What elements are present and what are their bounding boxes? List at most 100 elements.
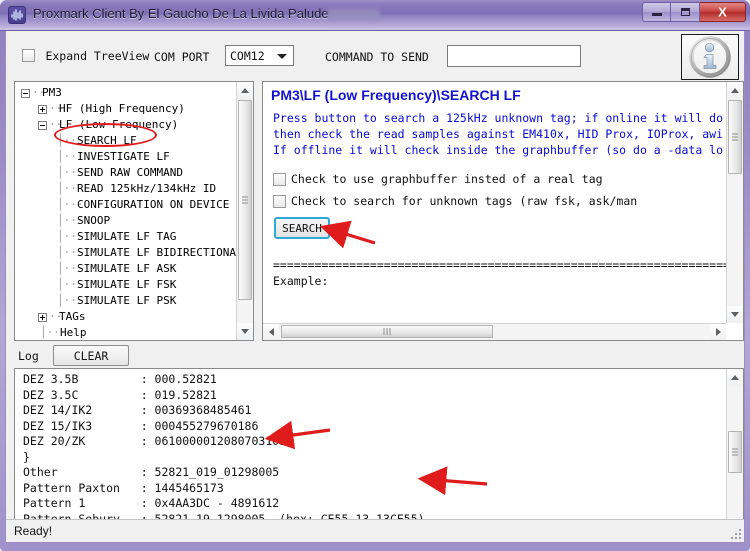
tree-item-snoop[interactable]: │···SNOOP: [15, 213, 236, 229]
tree-connector-icon: │···: [57, 230, 84, 243]
tree-vertical-scrollbar[interactable]: [236, 82, 253, 340]
checkbox-box: [273, 173, 286, 186]
scroll-down-arrow-icon[interactable]: [237, 323, 253, 340]
tree-item-label: SIMULATE LF ASK: [77, 262, 177, 275]
help-scroll-thumb[interactable]: [728, 100, 742, 174]
checkbox-box: [273, 195, 286, 208]
log-output[interactable]: DEZ 3.5B : 000.52821 DEZ 3.5C : 019.52821…: [15, 369, 726, 535]
tree-connector-icon: │···: [57, 166, 84, 179]
tree-item-configuration-on-device[interactable]: │···CONFIGURATION ON DEVICE: [15, 197, 236, 213]
tree-item-pm3[interactable]: ··PM3: [15, 85, 236, 101]
help-vertical-scrollbar[interactable]: [726, 82, 743, 323]
tree-item-label: SIMULATE LF TAG: [77, 230, 177, 243]
tree-connector-icon: │···: [40, 326, 67, 339]
tree-item-label: PM3: [42, 86, 62, 99]
tree-item-send-raw-command[interactable]: │···SEND RAW COMMAND: [15, 165, 236, 181]
toolbar: Expand TreeView COM PORT COM12 COMMAND T…: [6, 31, 744, 80]
tree-item-hf-high-frequency[interactable]: ··HF (High Frequency): [15, 101, 236, 117]
log-line: }: [23, 449, 30, 464]
tree-item-read-125khz-134khz-id[interactable]: │···READ 125kHz/134kHz ID: [15, 181, 236, 197]
grip-icon: [732, 132, 738, 143]
tree-item-label: SIMULATE LF PSK: [77, 294, 177, 307]
tree-connector-icon: │···: [57, 262, 84, 275]
tree-item-label: INVESTIGATE LF: [77, 150, 170, 163]
close-button[interactable]: X: [700, 2, 746, 22]
log-label: Log: [18, 349, 39, 363]
log-scroll-thumb[interactable]: [728, 431, 742, 473]
tree-item-label: TAGs: [59, 310, 86, 323]
scroll-up-arrow-icon[interactable]: [727, 369, 743, 386]
close-icon: X: [718, 4, 727, 20]
command-to-send-input[interactable]: [447, 45, 581, 67]
example-label: Example:: [273, 274, 329, 288]
expand-icon[interactable]: [38, 312, 47, 322]
tree-connector-icon: ··: [49, 310, 63, 323]
tree-item-help[interactable]: │···Help: [15, 325, 236, 340]
scroll-up-arrow-icon[interactable]: [727, 82, 743, 99]
log-panel[interactable]: DEZ 3.5B : 000.52821 DEZ 3.5C : 019.52821…: [14, 368, 744, 536]
expand-treeview-label: Expand TreeView: [45, 48, 150, 63]
scroll-down-arrow-icon[interactable]: [727, 306, 743, 323]
log-line: Other : 52821_019_01298005: [23, 465, 280, 479]
tree-item-label: HF (High Frequency): [59, 102, 185, 115]
info-circle-icon: [689, 36, 731, 78]
scroll-right-arrow-icon[interactable]: [710, 324, 726, 340]
scroll-up-arrow-icon[interactable]: [237, 82, 253, 99]
tree-item-simulate-lf-tag[interactable]: │···SIMULATE LF TAG: [15, 229, 236, 245]
tree-item-label: LF (Low Frequency): [59, 118, 179, 131]
chevron-down-icon: [277, 54, 287, 59]
tree-item-simulate-lf-fsk[interactable]: │···SIMULATE LF FSK: [15, 277, 236, 293]
grip-icon: [242, 195, 248, 206]
log-line: Pattern Paxton : 1445465173: [23, 480, 224, 495]
tree-item-lf-low-frequency[interactable]: ··LF (Low Frequency): [15, 117, 236, 133]
application-window: Proxmark Client By El Gaucho De La Livid…: [0, 0, 750, 551]
maximize-button[interactable]: [671, 2, 700, 22]
window-frame: Proxmark Client By El Gaucho De La Livid…: [0, 0, 750, 551]
tree-panel[interactable]: ··PM3 ··HF (High Frequency) ··LF (Low Freq…: [14, 81, 254, 341]
tree-item-label: Help: [60, 326, 87, 339]
tree-item-simulate-lf-bidirectional[interactable]: │···SIMULATE LF BIDIRECTIONAL: [15, 245, 236, 261]
command-to-send-label: COMMAND TO SEND: [325, 50, 429, 64]
tree-item-label: READ 125kHz/134kHz ID: [77, 182, 217, 195]
scroll-left-arrow-icon[interactable]: [263, 324, 279, 340]
minimize-button[interactable]: [642, 2, 671, 22]
log-line: DEZ 14/IK2 : 00369368485461: [23, 403, 252, 417]
tree-item-investigate-lf[interactable]: │···INVESTIGATE LF: [15, 149, 236, 165]
tree-item-label: SIMULATE LF BIDIRECTIONAL: [77, 246, 236, 259]
tree-scroll-thumb[interactable]: [238, 100, 252, 300]
search-button[interactable]: SEARCH: [274, 217, 330, 239]
help-horizontal-scrollbar[interactable]: [263, 323, 726, 340]
resize-grip-icon[interactable]: [729, 527, 741, 539]
help-description: Press button to search a 125kHz unknown …: [273, 111, 724, 157]
help-hscroll-thumb[interactable]: [281, 325, 493, 338]
minimize-icon: [652, 13, 662, 16]
tree-connector-icon: ··: [49, 102, 63, 115]
expand-icon[interactable]: [38, 104, 47, 114]
window-title: Proxmark Client By El Gaucho De La Livid…: [33, 6, 329, 21]
clear-button[interactable]: CLEAR: [53, 345, 129, 366]
unknown-tags-checkbox[interactable]: Check to search for unknown tags (raw fs…: [273, 194, 637, 208]
tree-connector-icon: │···: [57, 278, 84, 291]
tree-item-simulate-lf-ask[interactable]: │···SIMULATE LF ASK: [15, 261, 236, 277]
collapse-icon[interactable]: [38, 120, 47, 130]
graphbuffer-checkbox[interactable]: Check to use graphbuffer insted of a rea…: [273, 172, 603, 186]
tree-item-label: SNOOP: [77, 214, 111, 227]
tree-item-label: SIMULATE LF FSK: [77, 278, 177, 291]
tree-item-simulate-lf-psk[interactable]: │···SIMULATE LF PSK: [15, 293, 236, 309]
tree-item-search-lf[interactable]: │···SEARCH LF: [15, 133, 236, 149]
title-bar[interactable]: Proxmark Client By El Gaucho De La Livid…: [0, 0, 750, 31]
log-vertical-scrollbar[interactable]: [726, 369, 743, 535]
expand-treeview-checkbox[interactable]: Expand TreeView: [22, 47, 149, 65]
client-area: Expand TreeView COM PORT COM12 COMMAND T…: [5, 31, 745, 543]
grip-icon: [383, 323, 392, 341]
graphbuffer-checkbox-label: Check to use graphbuffer insted of a rea…: [291, 172, 603, 186]
info-button[interactable]: [681, 34, 739, 80]
tree-connector-icon: │···: [57, 134, 84, 147]
log-line: DEZ 3.5C : 019.52821: [23, 387, 217, 402]
tree-connector-icon: │···: [57, 246, 84, 259]
collapse-icon[interactable]: [21, 88, 30, 98]
tree-connector-icon: ··: [32, 86, 46, 99]
tree-list[interactable]: ··PM3 ··HF (High Frequency) ··LF (Low Freq…: [15, 82, 236, 340]
tree-item-tags[interactable]: ··TAGs: [15, 309, 236, 325]
com-port-select[interactable]: COM12: [225, 45, 294, 66]
